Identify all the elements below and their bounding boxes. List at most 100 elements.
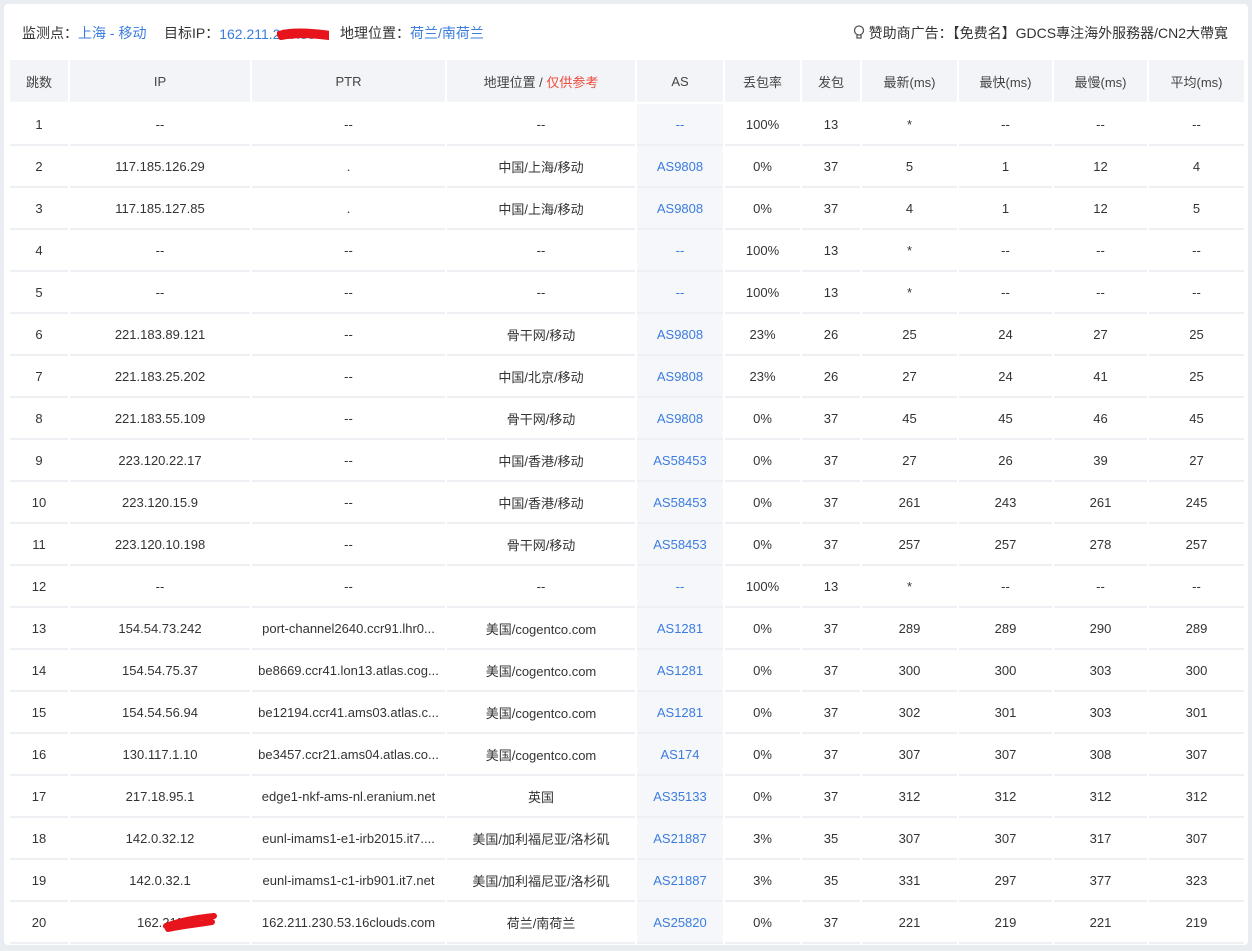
- col-loss: 丢包率: [725, 60, 800, 104]
- table-row: 1 -- -- -- -- 100% 13 * -- -- --: [10, 104, 1244, 146]
- cell-as[interactable]: AS25820: [637, 902, 723, 944]
- cell-best: 26: [959, 440, 1052, 482]
- cell-loss: 100%: [725, 566, 800, 608]
- cell-geo: 荷兰/南荷兰: [447, 902, 635, 944]
- cell-ptr: .: [252, 188, 445, 230]
- cell-ip: 221.183.25.202: [70, 356, 250, 398]
- cell-as[interactable]: AS1281: [637, 608, 723, 650]
- lightbulb-icon: [853, 25, 864, 39]
- cell-sent: 37: [802, 398, 860, 440]
- cell-last: *: [862, 272, 957, 314]
- cell-hop: 11: [10, 524, 68, 566]
- cell-hop: 7: [10, 356, 68, 398]
- cell-hop: 4: [10, 230, 68, 272]
- cell-geo: 中国/上海/移动: [447, 146, 635, 188]
- cell-as[interactable]: AS21887: [637, 860, 723, 902]
- cell-as[interactable]: AS9808: [637, 356, 723, 398]
- cell-sent: 37: [802, 776, 860, 818]
- cell-as: --: [637, 230, 723, 272]
- cell-as[interactable]: AS35133: [637, 776, 723, 818]
- table-row: 3 117.185.127.85. 中国/上海/移动 AS9808 0% 37 4 1 12 5: [10, 188, 1244, 230]
- sponsor-text[interactable]: 【免费名】GDCS專注海外服務器/CN2大帶寬: [953, 25, 1228, 41]
- cell-ip: 221.183.89.121: [70, 314, 250, 356]
- cell-ptr: --: [252, 482, 445, 524]
- monitor-label: 监测点：: [22, 25, 78, 41]
- cell-avg: 323: [1149, 860, 1244, 902]
- table-row: 17 217.18.95.1 edge1-nkf-ams-nl.eranium.ne…: [10, 776, 1244, 818]
- cell-ptr: eunl-imams1-e1-irb2015.it7....: [252, 818, 445, 860]
- cell-last: 302: [862, 692, 957, 734]
- col-geo-label: 地理位置 /: [483, 74, 547, 90]
- cell-as[interactable]: AS9808: [637, 398, 723, 440]
- cell-as[interactable]: AS58453: [637, 524, 723, 566]
- cell-as[interactable]: AS1281: [637, 692, 723, 734]
- cell-best: 257: [959, 524, 1052, 566]
- cell-worst: --: [1054, 104, 1147, 146]
- cell-sent: 13: [802, 272, 860, 314]
- cell-ip: --: [70, 104, 250, 146]
- cell-best: --: [959, 566, 1052, 608]
- cell-hop: 17: [10, 776, 68, 818]
- cell-ip: 117.185.127.85: [70, 188, 250, 230]
- cell-last: 5: [862, 146, 957, 188]
- col-best: 最快(ms): [959, 60, 1052, 104]
- table-row: 7 221.183.25.202 -- 中国/北京/移动 AS9808 23% 26 27 24…: [10, 356, 1244, 398]
- cell-last: 331: [862, 860, 957, 902]
- cell-geo: 骨干网/移动: [447, 524, 635, 566]
- cell-worst: 12: [1054, 146, 1147, 188]
- cell-as[interactable]: AS58453: [637, 482, 723, 524]
- cell-loss: 0%: [725, 650, 800, 692]
- geo-label: 地理位置：: [340, 25, 410, 41]
- cell-as[interactable]: AS58453: [637, 440, 723, 482]
- sponsor-ad[interactable]: 赞助商广告：【免费名】GDCS專注海外服務器/CN2大帶寬: [853, 23, 1228, 43]
- cell-best: 312: [959, 776, 1052, 818]
- cell-hop: 9: [10, 440, 68, 482]
- cell-avg: 25: [1149, 356, 1244, 398]
- cell-avg: 25: [1149, 314, 1244, 356]
- geo-info: 地理位置：荷兰/南荷兰: [340, 23, 484, 43]
- table-row: 19 142.0.32.1 eunl-imams1-c1-irb901.it7.ne…: [10, 860, 1244, 902]
- cell-sent: 37: [802, 902, 860, 944]
- cell-best: 297: [959, 860, 1052, 902]
- cell-as[interactable]: AS9808: [637, 146, 723, 188]
- cell-geo: 英国: [447, 776, 635, 818]
- col-worst: 最慢(ms): [1054, 60, 1147, 104]
- cell-worst: 278: [1054, 524, 1147, 566]
- cell-as[interactable]: AS174: [637, 734, 723, 776]
- cell-last: *: [862, 230, 957, 272]
- cell-geo: --: [447, 272, 635, 314]
- table-row: 16 130.117.1.10 be3457.ccr21.ams04.atlas.c…: [10, 734, 1244, 776]
- cell-as[interactable]: AS1281: [637, 650, 723, 692]
- cell-geo: 美国/加利福尼亚/洛杉矶: [447, 860, 635, 902]
- table-row: 20 162.211 162.211.230.53.16clouds.com 荷兰/南…: [10, 902, 1244, 944]
- geo-value[interactable]: 荷兰/南荷兰: [410, 25, 484, 41]
- cell-ip: 221.183.55.109: [70, 398, 250, 440]
- cell-avg: 300: [1149, 650, 1244, 692]
- cell-ptr: 162.211.230.53.16clouds.com: [252, 902, 445, 944]
- cell-last: 307: [862, 734, 957, 776]
- cell-ptr: --: [252, 524, 445, 566]
- cell-avg: --: [1149, 104, 1244, 146]
- cell-loss: 0%: [725, 734, 800, 776]
- cell-geo: 美国/cogentco.com: [447, 608, 635, 650]
- cell-as[interactable]: AS9808: [637, 188, 723, 230]
- cell-loss: 23%: [725, 356, 800, 398]
- col-as: AS: [637, 60, 723, 104]
- cell-loss: 0%: [725, 482, 800, 524]
- cell-geo: 骨干网/移动: [447, 398, 635, 440]
- col-geo: 地理位置 / 仅供参考: [447, 60, 635, 104]
- cell-ip: --: [70, 230, 250, 272]
- cell-best: 1: [959, 188, 1052, 230]
- cell-best: 289: [959, 608, 1052, 650]
- cell-as[interactable]: AS9808: [637, 314, 723, 356]
- redaction-scribble: [277, 28, 330, 40]
- cell-worst: 12: [1054, 188, 1147, 230]
- cell-sent: 26: [802, 356, 860, 398]
- cell-worst: 303: [1054, 692, 1147, 734]
- monitor-value[interactable]: 上海 - 移动: [78, 25, 146, 41]
- table-row: 6 221.183.89.121 -- 骨干网/移动 AS9808 23% 26 25 24 27…: [10, 314, 1244, 356]
- cell-last: 312: [862, 776, 957, 818]
- cell-as[interactable]: AS21887: [637, 818, 723, 860]
- cell-avg: --: [1149, 272, 1244, 314]
- cell-last: 27: [862, 440, 957, 482]
